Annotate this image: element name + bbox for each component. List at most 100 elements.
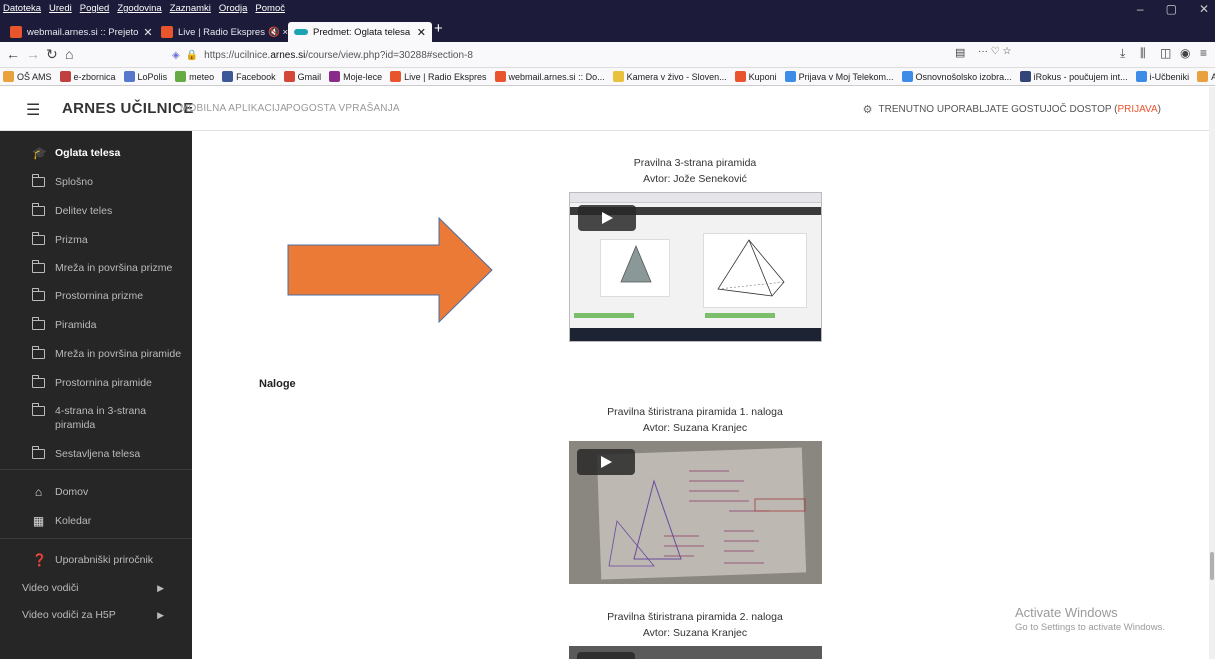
sidebar-item-calendar[interactable]: ▦ Koledar	[32, 514, 182, 528]
sidebar-item-label: Sestavljena telesa	[55, 448, 141, 460]
bookmark-favicon-icon	[784, 71, 796, 82]
pyramid-small-icon	[620, 244, 652, 283]
sidebar-item-mreza-prizme[interactable]: Mreža in površina prizme	[32, 260, 182, 275]
video3-caption: Pravilna štiristrana piramida 2. naloga …	[495, 609, 895, 641]
close-tab-icon[interactable]: ✕	[417, 26, 426, 39]
bookmark-item[interactable]: OŠ AMS	[3, 71, 52, 82]
sidebar-item-piramida[interactable]: Piramida	[32, 317, 182, 332]
menu-history[interactable]: Zgodovina	[117, 3, 161, 14]
sidebar-item-home[interactable]: ⌂ Domov	[32, 485, 182, 499]
bookmark-favicon-icon	[1019, 71, 1031, 82]
sidebar-item-video-guides[interactable]: Video vodiči	[22, 581, 172, 595]
site-brand[interactable]: ARNES UČILNICE	[62, 100, 194, 117]
muted-tab-label: 🔇 ×	[268, 26, 289, 38]
video2-play-button[interactable]	[577, 449, 635, 475]
faq-link[interactable]: POGOSTA VPRAŠANJA	[286, 103, 400, 114]
video1-thumb-buttons	[574, 313, 634, 318]
shield-icon[interactable]: ◈	[172, 50, 180, 61]
gear-icon: ⚙	[862, 104, 873, 116]
mobile-app-link[interactable]: MOBILNA APLIKACIJA	[180, 103, 287, 114]
home-icon[interactable]: ⌂	[65, 46, 73, 62]
sidebar-item-delitev-teles[interactable]: Delitev teles	[32, 203, 182, 218]
sidebar-item-prostornina-piramide[interactable]: Prostornina piramide	[32, 375, 182, 390]
bookmark-item[interactable]: Gmail	[283, 71, 321, 82]
reload-icon[interactable]: ↻	[46, 46, 58, 63]
bookmark-item[interactable]: Facebook	[222, 71, 276, 82]
menu-bookmarks[interactable]: Zaznamki	[170, 3, 211, 14]
hamburger-menu-icon[interactable]: ≡	[1200, 46, 1207, 60]
bookmark-item[interactable]: LoPolis	[123, 71, 167, 82]
new-tab-button[interactable]: +	[434, 20, 443, 37]
close-tab-icon[interactable]: ✕	[143, 26, 152, 39]
folder-icon	[32, 260, 45, 273]
watermark-line1: Activate Windows	[1015, 605, 1118, 620]
sidebar-item-course[interactable]: 🎓 Oglata telesa	[32, 146, 182, 160]
page-actions[interactable]: ··· ♡ ☆	[978, 46, 1011, 57]
tab-webmail[interactable]: webmail.arnes.si :: Prejeto ✕	[4, 22, 153, 42]
login-link[interactable]: PRIJAVA	[1117, 104, 1157, 115]
video1-player[interactable]	[569, 192, 822, 342]
folder-icon	[32, 317, 45, 330]
maximize-button[interactable]: ▢	[1166, 2, 1177, 16]
page-scrollbar[interactable]	[1209, 87, 1215, 659]
bookmark-label: Moje-lece	[343, 71, 383, 82]
bookmark-item[interactable]: iRokus - poučujem int...	[1019, 71, 1128, 82]
menu-help[interactable]: Pomoč	[255, 3, 285, 14]
bookmark-item[interactable]: Kamera v živo - Sloven...	[612, 71, 727, 82]
video2-player[interactable]	[569, 441, 822, 584]
reader-view-icon[interactable]: ▤	[955, 46, 965, 59]
video1-play-button[interactable]	[578, 205, 636, 231]
bookmark-favicon-icon	[734, 71, 746, 82]
sidebar-toggle-icon[interactable]: ◫	[1160, 46, 1171, 60]
bookmark-label: OŠ AMS	[17, 71, 52, 82]
bookmark-item[interactable]: e-zbornica	[59, 71, 116, 82]
url-bar[interactable]: ◈ 🔒 https://ucilnice.arnes.si/course/vie…	[166, 45, 976, 65]
bookmark-favicon-icon	[59, 71, 71, 82]
library-icon[interactable]: ⫼	[1140, 46, 1146, 61]
sidebar-item-mreza-piramide[interactable]: Mreža in površina piramide	[32, 346, 182, 361]
sidebar-item-manual[interactable]: ❓ Uporabniški priročnik	[32, 553, 182, 567]
bookmark-favicon-icon	[123, 71, 135, 82]
bookmark-item[interactable]: meteo	[175, 71, 214, 82]
sidebar-item-prizma[interactable]: Prizma	[32, 232, 182, 247]
caret-right-icon[interactable]: ▶	[157, 583, 164, 594]
menu-tools[interactable]: Orodja	[219, 3, 248, 14]
minimize-button[interactable]: –	[1137, 2, 1144, 16]
download-icon[interactable]: ⤓	[1120, 46, 1125, 61]
bookmark-item[interactable]: Arnes Video	[1197, 71, 1215, 82]
sidebar-item-splosno[interactable]: Splošno	[32, 174, 182, 189]
sidebar-item-label: Splošno	[55, 176, 93, 188]
sidebar-item-sestavljena-telesa[interactable]: Sestavljena telesa	[32, 446, 182, 461]
tab-radio[interactable]: Live | Radio Ekspres	[155, 22, 265, 42]
bookmark-item[interactable]: webmail.arnes.si :: Do...	[494, 71, 605, 82]
tab-active-course[interactable]: Predmet: Oglata telesa ✕	[288, 22, 432, 42]
bookmark-favicon-icon	[222, 71, 234, 82]
scrollbar-thumb[interactable]	[1210, 552, 1214, 580]
bookmark-item[interactable]: i-Učbeniki	[1135, 71, 1189, 82]
account-icon[interactable]: ◉	[1180, 46, 1190, 60]
sidebar-item-prostornina-prizme[interactable]: Prostornina prizme	[32, 288, 182, 303]
tab-bar: webmail.arnes.si :: Prejeto ✕ Live | Rad…	[0, 20, 1215, 42]
caret-right-icon[interactable]: ▶	[157, 610, 164, 621]
bookmark-item[interactable]: Live | Radio Ekspres	[390, 71, 487, 82]
close-window-button[interactable]: ✕	[1199, 2, 1209, 16]
lock-icon[interactable]: 🔒	[186, 50, 198, 61]
video3-author: Avtor: Suzana Kranjec	[642, 627, 748, 639]
bookmark-favicon-icon	[1197, 71, 1209, 82]
menu-file[interactable]: Datoteka	[3, 3, 41, 14]
video3-play-button[interactable]	[577, 652, 635, 659]
video2-caption: Pravilna štiristrana piramida 1. naloga …	[495, 404, 895, 436]
bookmark-item[interactable]: Moje-lece	[329, 71, 382, 82]
sidebar-item-4-in-3-strana-piramida[interactable]: 4-strana in 3-strana piramida	[32, 403, 182, 432]
hamburger-icon[interactable]: ☰	[26, 100, 40, 120]
bookmark-item[interactable]: Kuponi	[734, 71, 777, 82]
forward-arrow-icon[interactable]: →	[26, 46, 40, 62]
bookmark-item[interactable]: Prijava v Moj Telekom...	[784, 71, 894, 82]
video3-player[interactable]	[569, 646, 822, 659]
sidebar-item-video-guides-h5p[interactable]: Video vodiči za H5P	[22, 608, 172, 622]
bookmark-item[interactable]: Osnovnošolsko izobra...	[901, 71, 1012, 82]
video1-thumb-toolbar	[570, 193, 821, 203]
menu-view[interactable]: Pogled	[80, 3, 110, 14]
menu-edit[interactable]: Uredi	[49, 3, 72, 14]
back-arrow-icon[interactable]: ←	[6, 46, 20, 62]
